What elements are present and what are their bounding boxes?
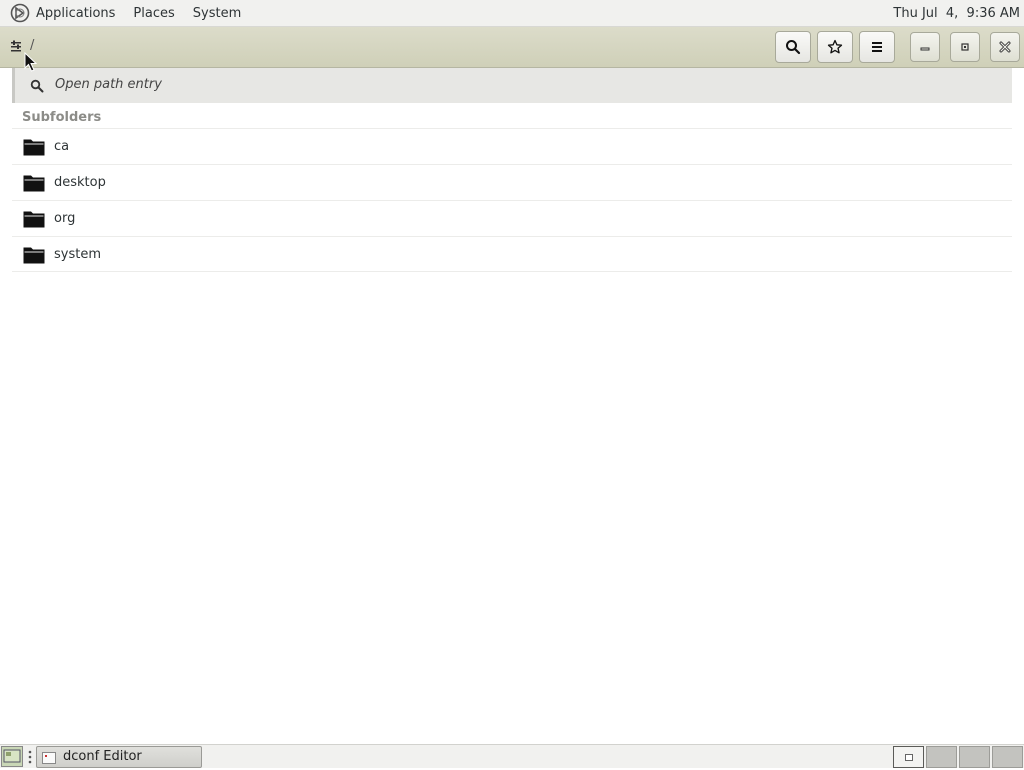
mouse-pointer-icon xyxy=(24,52,38,72)
close-button[interactable] xyxy=(990,32,1020,62)
folder-label: system xyxy=(54,247,101,262)
minimize-icon xyxy=(920,47,930,51)
clock[interactable]: Thu Jul 4, 9:36 AM xyxy=(893,0,1020,27)
maximize-icon xyxy=(961,43,969,51)
dconf-editor-app-icon xyxy=(42,752,56,764)
list-item[interactable]: system xyxy=(12,236,1012,272)
workspace-4[interactable] xyxy=(992,746,1023,768)
taskbar-window-label: dconf Editor xyxy=(63,749,142,764)
folder-label: ca xyxy=(54,139,70,154)
desktop-icon xyxy=(3,749,21,763)
settings-path-icon[interactable] xyxy=(10,40,22,54)
drag-handle-icon[interactable] xyxy=(28,749,32,765)
system-menu[interactable]: System xyxy=(184,0,250,27)
list-item[interactable]: org xyxy=(12,200,1012,236)
path-entry-placeholder[interactable]: Open path entry xyxy=(55,77,162,92)
show-desktop-button[interactable] xyxy=(1,746,23,767)
list-item[interactable]: ca xyxy=(12,128,1012,164)
applications-menu-label: Applications xyxy=(36,5,116,21)
search-icon xyxy=(786,40,801,55)
minimize-button[interactable] xyxy=(910,32,940,62)
places-menu[interactable]: Places xyxy=(124,0,183,27)
bottom-panel: dconf Editor xyxy=(0,744,1024,768)
workspace-1[interactable] xyxy=(893,746,924,768)
mate-logo-icon xyxy=(10,3,30,23)
path-search-bar[interactable]: Open path entry xyxy=(12,68,1012,103)
section-title-subfolders: Subfolders xyxy=(22,110,102,125)
folder-icon xyxy=(23,247,45,264)
header-bar: / xyxy=(0,27,1024,68)
workspace-3[interactable] xyxy=(959,746,990,768)
folder-icon xyxy=(23,175,45,192)
bookmark-star-icon xyxy=(827,39,843,54)
system-menu-label: System xyxy=(192,5,242,21)
list-item[interactable]: desktop xyxy=(12,164,1012,200)
folder-icon xyxy=(23,211,45,228)
folder-icon xyxy=(23,139,45,156)
places-menu-label: Places xyxy=(133,5,175,21)
hamburger-menu-icon xyxy=(872,42,882,52)
close-icon xyxy=(999,41,1011,53)
taskbar-window-button[interactable]: dconf Editor xyxy=(36,746,202,768)
workspace-window-thumbnail xyxy=(905,754,913,761)
applications-menu[interactable]: Applications xyxy=(0,0,124,27)
search-button[interactable] xyxy=(775,31,811,63)
bookmarks-button[interactable] xyxy=(817,31,853,63)
maximize-button[interactable] xyxy=(950,32,980,62)
folder-label: desktop xyxy=(54,175,106,190)
workspace-2[interactable] xyxy=(926,746,957,768)
subfolder-list: ca desktop org system xyxy=(12,128,1012,272)
current-path[interactable]: / xyxy=(30,38,34,53)
main-menu-button[interactable] xyxy=(859,31,895,63)
folder-label: org xyxy=(54,211,76,226)
search-icon xyxy=(30,79,44,93)
top-panel: Applications Places System Thu Jul 4, 9:… xyxy=(0,0,1024,27)
